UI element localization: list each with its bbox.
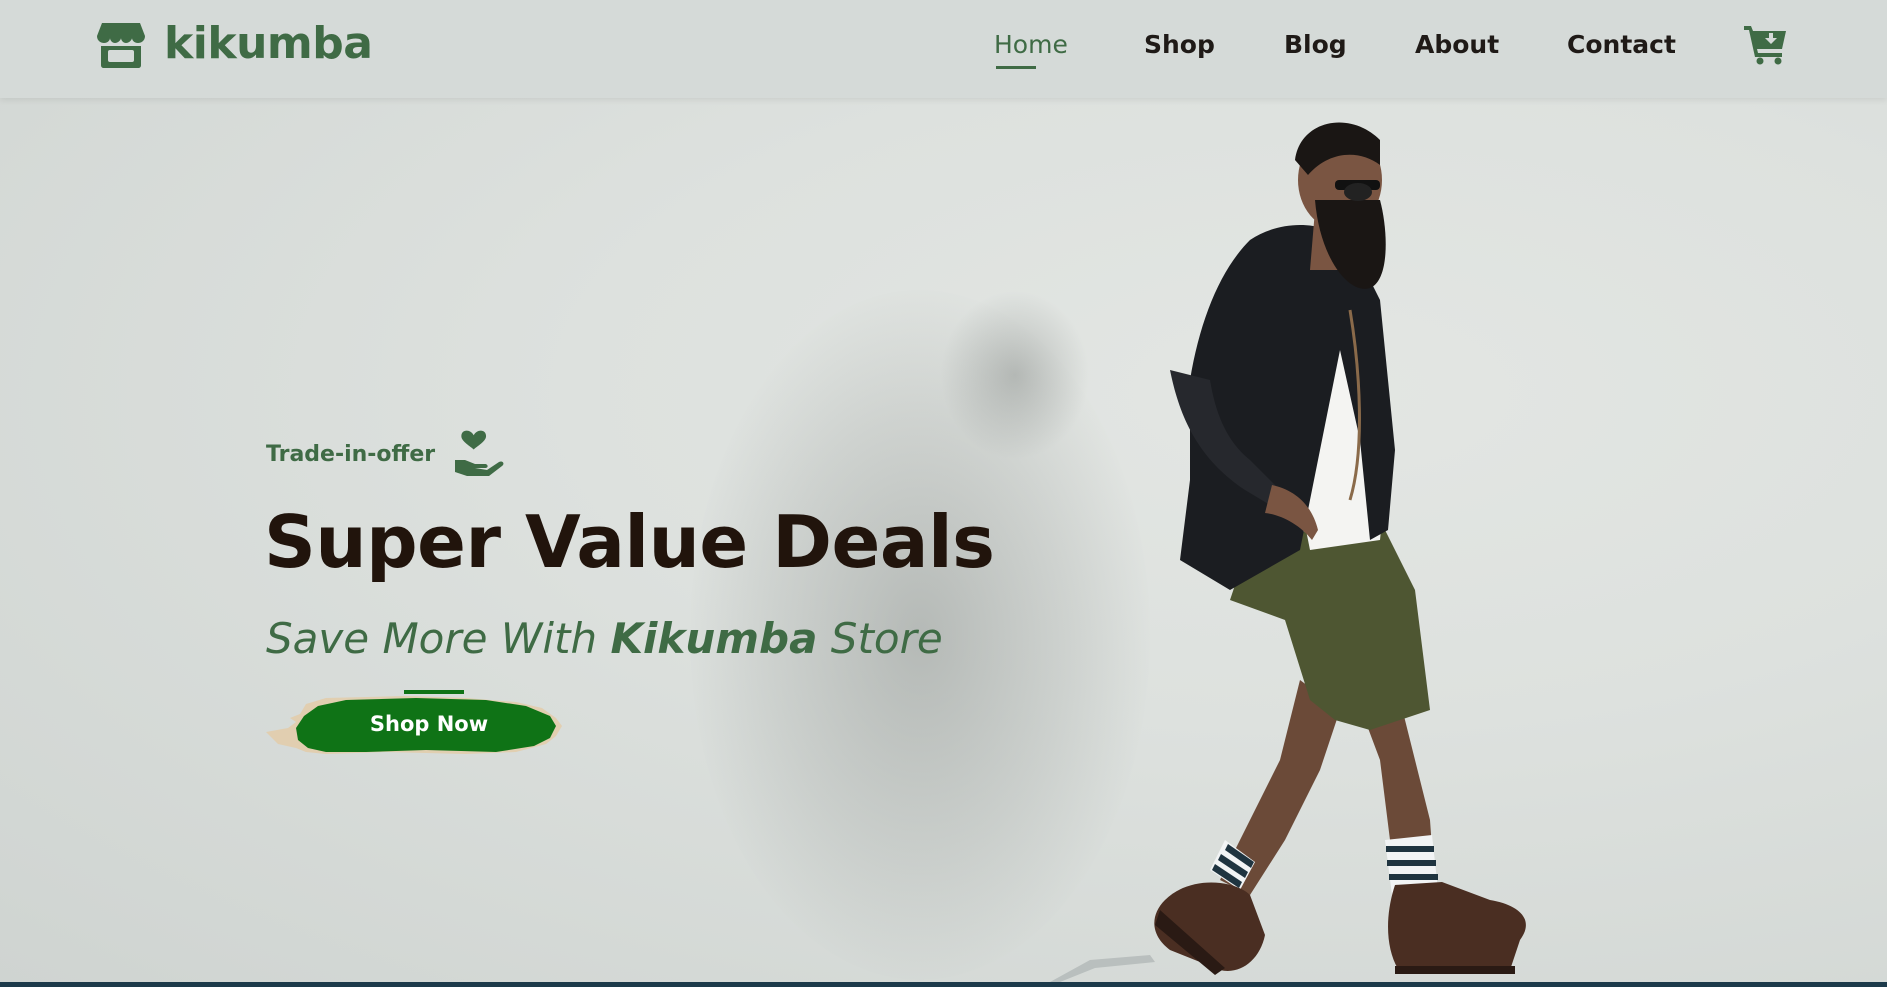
hero-title: Super Value Deals (264, 500, 995, 584)
nav-blog[interactable]: Blog (1284, 30, 1347, 59)
shopping-cart-icon[interactable] (1742, 22, 1790, 66)
hero-content: Trade-in-offer Super Value Deals Save Mo… (264, 430, 995, 754)
active-nav-indicator (996, 66, 1036, 69)
subtitle-brand: Kikumba (610, 614, 818, 663)
navbar: kikumba Home Shop Blog About Contact (0, 0, 1887, 98)
subtitle-prefix: Save More With (266, 614, 611, 663)
brand-name: kikumba (164, 18, 373, 69)
bottom-border (0, 982, 1887, 987)
nav-about[interactable]: About (1415, 30, 1499, 59)
hero-subtitle: Save More With Kikumba Store (266, 614, 994, 663)
shop-now-button[interactable]: Shop Now (266, 688, 566, 760)
nav-contact[interactable]: Contact (1567, 30, 1676, 59)
shop-now-label: Shop Now (369, 712, 489, 736)
heart-hand-icon (455, 430, 504, 476)
nav-home[interactable]: Home (994, 30, 1068, 59)
nav-shop[interactable]: Shop (1144, 30, 1215, 59)
hero-banner: Trade-in-offer Super Value Deals Save Mo… (0, 0, 1887, 982)
storefront-icon (97, 22, 145, 68)
model-photo (1050, 122, 1526, 982)
offer-row: Trade-in-offer (266, 430, 994, 478)
brand-logo[interactable]: kikumba (96, 18, 373, 69)
subtitle-suffix: Store (817, 614, 943, 663)
offer-text: Trade-in-offer (266, 441, 436, 467)
